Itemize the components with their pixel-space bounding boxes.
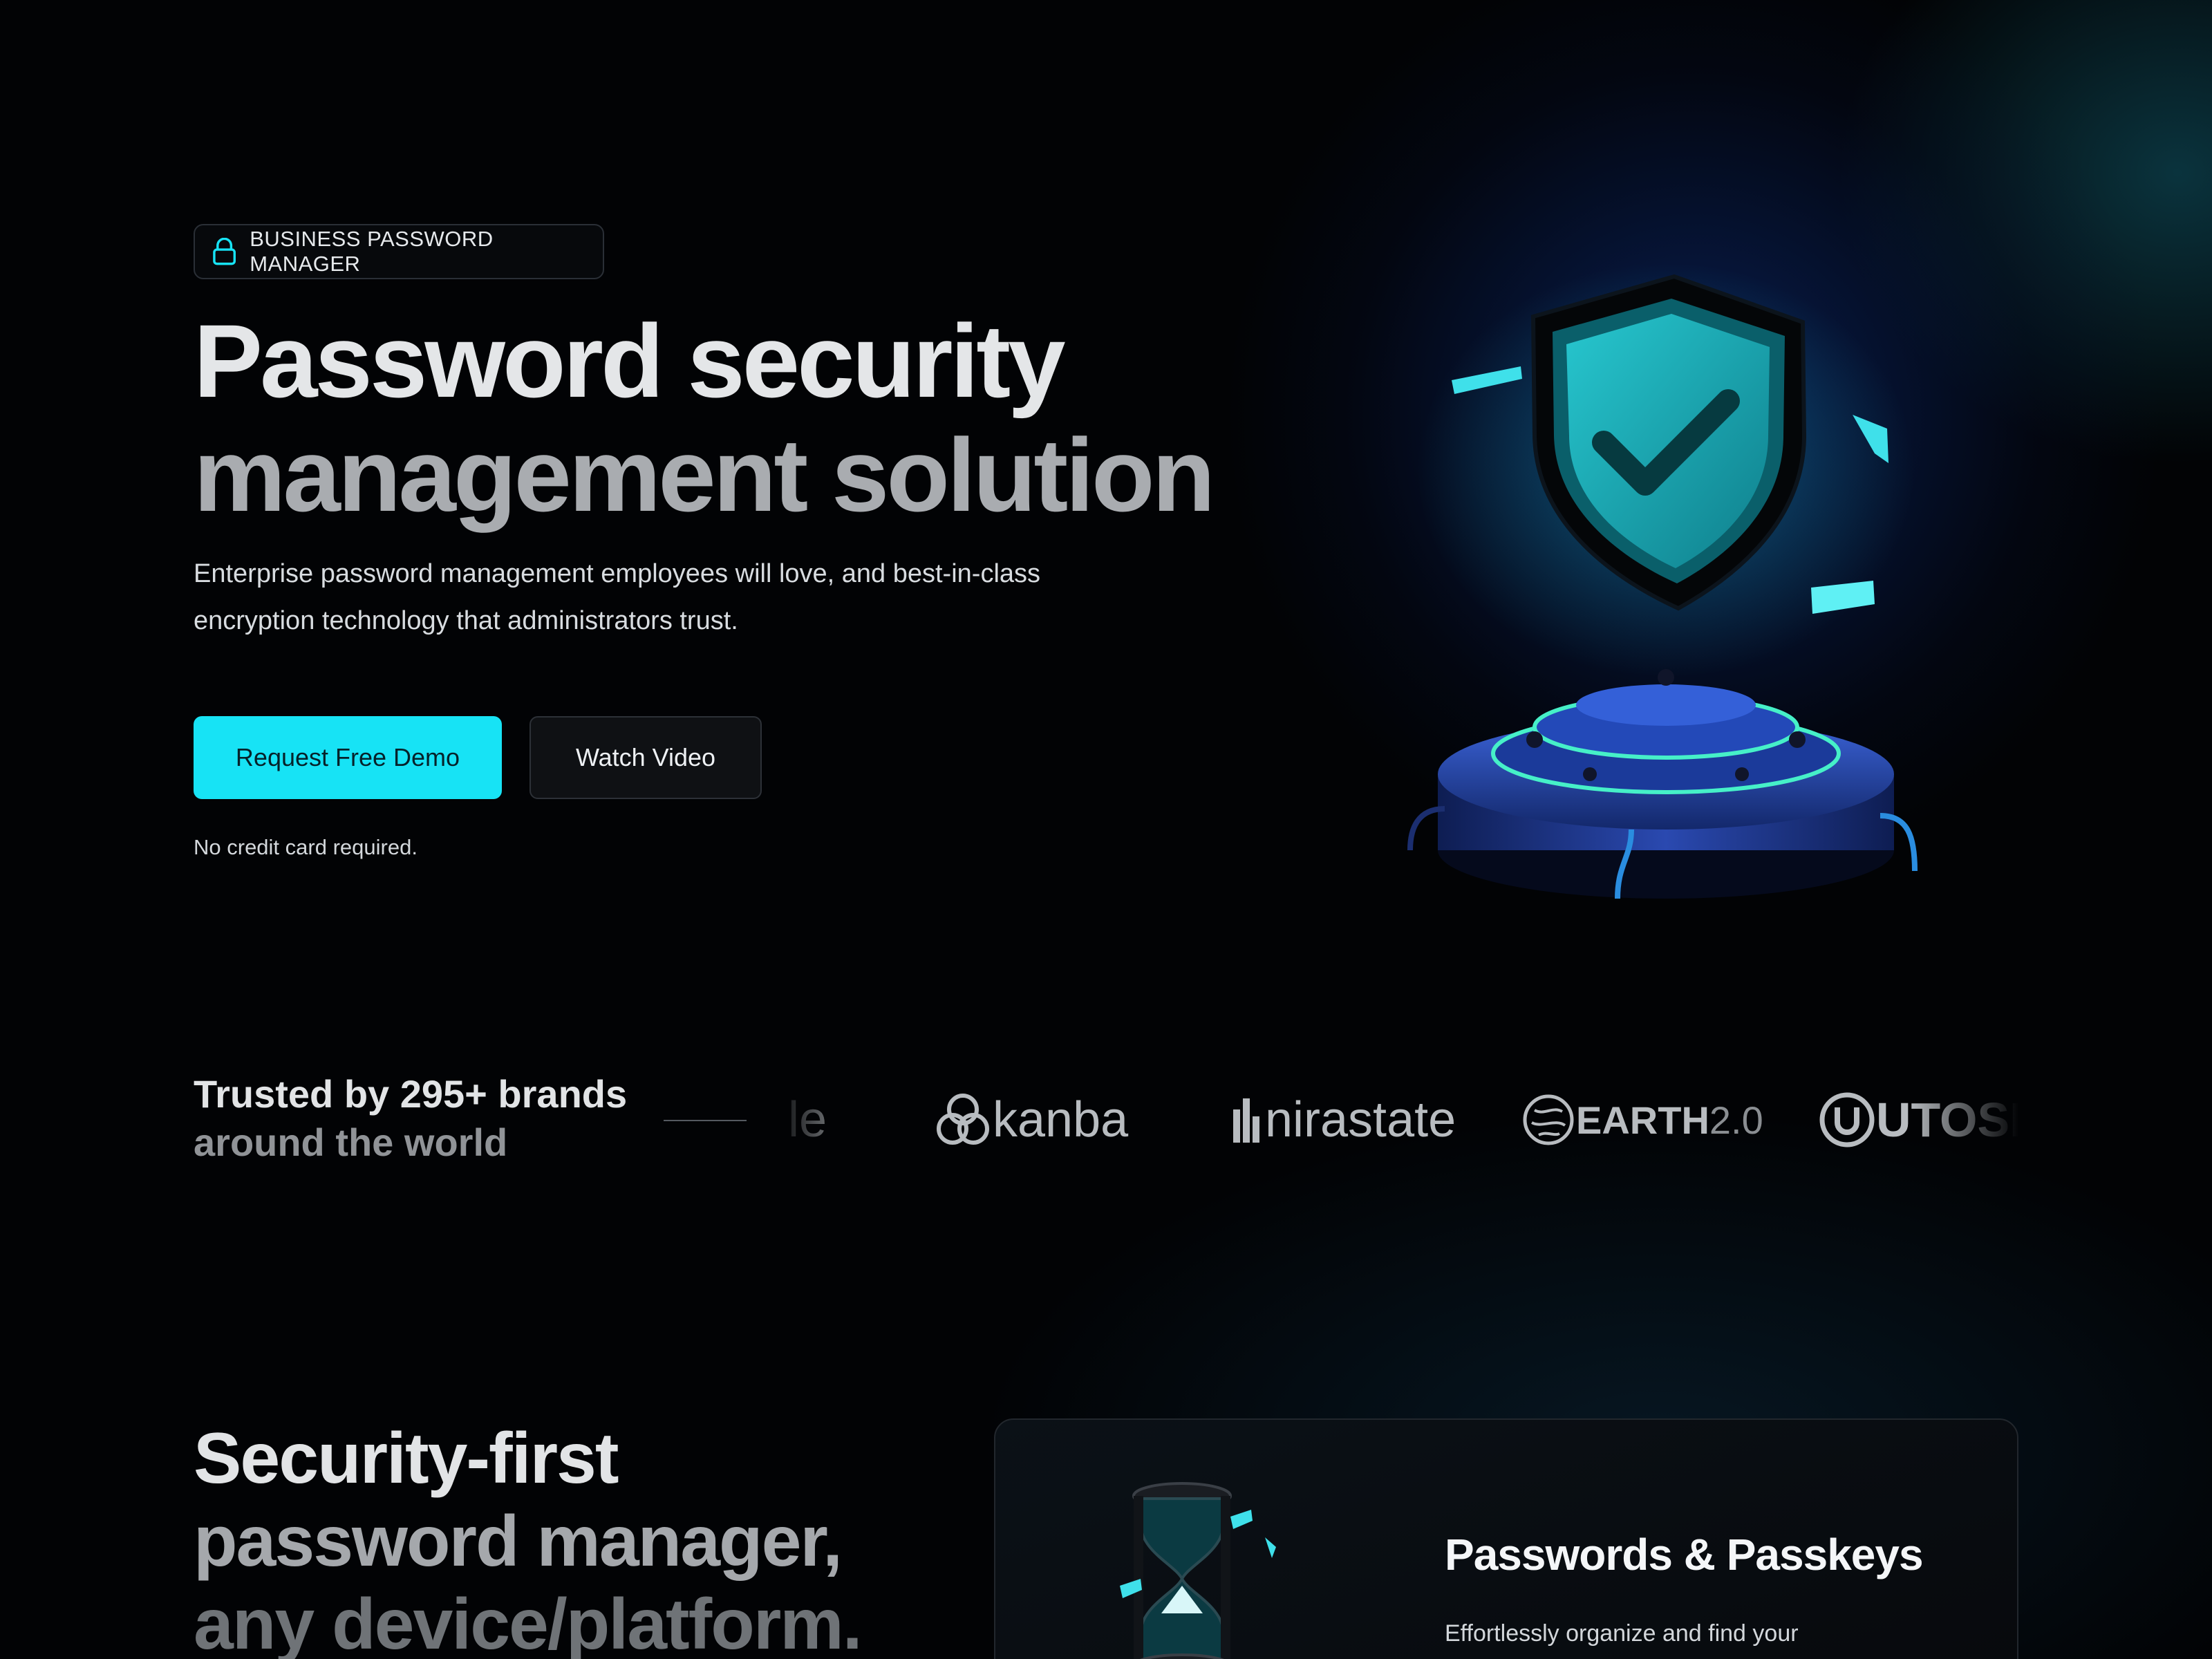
fade-left: [774, 1078, 871, 1161]
trusted-heading: Trusted by 295+ brands around the world: [194, 1070, 627, 1167]
feature-card-description: Effortlessly organize and find your: [1445, 1620, 1799, 1647]
feature-card-passwords[interactable]: Passwords & Passkeys Effortlessly organi…: [994, 1418, 2018, 1659]
brand-logos-strip: le kanba nirastate EARTH2.0: [774, 1078, 2018, 1161]
hero-subtitle: Enterprise password management employees…: [194, 559, 1041, 635]
category-badge: BUSINESS PASSWORD MANAGER: [194, 224, 604, 279]
feature-card-title: Passwords & Passkeys: [1445, 1530, 1924, 1580]
shield-check-icon: [1407, 263, 1918, 899]
brand-earth-bold: EARTH: [1576, 1098, 1709, 1142]
watch-video-button[interactable]: Watch Video: [529, 716, 762, 799]
hero-title-line1: Password security: [194, 303, 1066, 419]
hourglass-icon: [1120, 1482, 1276, 1659]
trusted-line1: Trusted by 295+ brands: [194, 1072, 628, 1116]
brand-nirastate-name: nirastate: [1265, 1092, 1456, 1147]
hero-title-line2: management solution: [194, 417, 1215, 533]
section-title-line2: password manager,: [194, 1501, 843, 1582]
lock-icon: [213, 238, 236, 265]
earth-logo-icon: [1523, 1094, 1574, 1145]
utosia-logo-icon: [1819, 1092, 1875, 1147]
section-title-line3: any device/platform.: [194, 1584, 863, 1659]
trusted-line2: around the world: [194, 1121, 508, 1164]
section-title: Security-first password manager, any dev…: [194, 1417, 863, 1659]
brand-logo-nirastate: nirastate: [1230, 1078, 1456, 1161]
no-credit-card-note: No credit card required.: [194, 835, 418, 859]
badge-label: BUSINESS PASSWORD MANAGER: [250, 227, 494, 276]
brand-kanba-name: kanba: [993, 1092, 1129, 1147]
fade-right: [1908, 1078, 2018, 1161]
nirastate-logo-icon: [1233, 1098, 1259, 1143]
brand-logo-kanba: kanba: [933, 1078, 1128, 1161]
request-demo-button[interactable]: Request Free Demo: [194, 716, 502, 799]
section-title-line1: Security-first: [194, 1418, 619, 1499]
brand-earth-version: 2.0: [1709, 1098, 1763, 1142]
brand-logo-earth: EARTH2.0: [1521, 1078, 1763, 1161]
brand-earth-name: EARTH2.0: [1576, 1098, 1763, 1143]
hero-title: Password security management solution: [194, 303, 1215, 533]
kanba-logo-icon: [937, 1094, 989, 1145]
page-content: BUSINESS PASSWORD MANAGER Password secur…: [0, 0, 2212, 1659]
divider-line: [664, 1120, 747, 1121]
